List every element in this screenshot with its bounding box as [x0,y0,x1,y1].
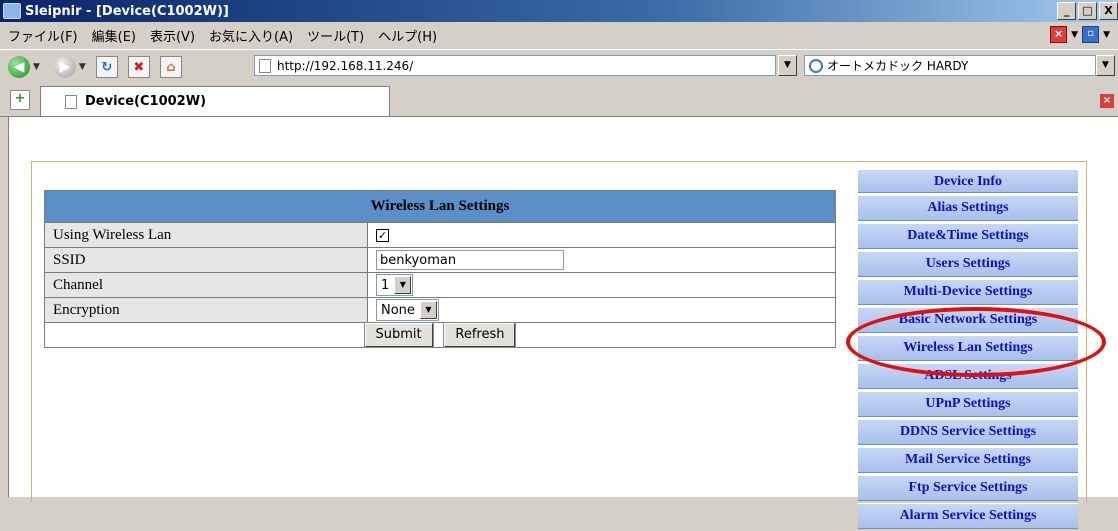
submit-button[interactable]: Submit [364,323,433,347]
home-icon[interactable]: ⌂ [159,56,182,78]
close-button[interactable]: X [1099,2,1118,20]
forward-arrow-icon[interactable]: ▶ [53,56,76,78]
maximize-button[interactable]: □ [1078,2,1097,20]
page-icon [65,94,77,109]
table-header: Wireless Lan Settings [44,190,836,223]
chevron-down-icon[interactable]: ▼ [33,62,40,72]
search-icon [809,58,823,73]
sidebar-item-datetime-settings[interactable]: Date&Time Settings [858,223,1078,249]
ssid-label: SSID [44,247,368,273]
sidebar-item-users-settings[interactable]: Users Settings [858,251,1078,277]
menu-file[interactable]: ファイル(F) [8,26,78,45]
menu-right-controls: × ▼ ▫ ▼ [1050,26,1114,43]
address-url: http://192.168.11.246/ [277,58,414,73]
sidebar-item-device-info[interactable]: Device Info [858,169,1078,193]
window-controls: _ □ X [1055,2,1118,20]
chevron-down-icon: ▼ [394,276,412,294]
app-icon [3,3,21,19]
table-row: Using Wireless Lan ✓ [44,222,836,248]
encryption-value: None [381,302,415,318]
tab-label: Device(C1002W) [85,94,207,109]
menu-view[interactable]: 表示(V) [150,26,195,45]
tab-device[interactable]: Device(C1002W) [40,86,390,116]
table-row: SSID [44,247,836,273]
page-content: Wireless Lan Settings Using Wireless Lan… [8,117,1118,529]
menu-help[interactable]: ヘルプ(H) [378,26,437,45]
page-icon [259,58,271,73]
sidebar-item-adsl-settings[interactable]: ADSL Settings [858,363,1078,389]
sidebar-item-ddns-service-settings[interactable]: DDNS Service Settings [858,419,1078,445]
sidebar-item-multi-device-settings[interactable]: Multi-Device Settings [858,279,1078,305]
window-restore-icon[interactable]: ▫ [1082,26,1100,43]
search-input[interactable]: オートメカドック HARDY [804,55,1096,76]
address-bar[interactable]: http://192.168.11.246/ [254,55,776,76]
using-wireless-checkbox[interactable]: ✓ [376,228,389,242]
chevron-down-icon[interactable]: ▼ [1071,30,1078,40]
stop-icon[interactable]: ✖ [127,56,150,78]
using-wireless-label: Using Wireless Lan [44,222,368,248]
settings-sidebar: Device Info Alias Settings Date&Time Set… [858,169,1078,531]
channel-label: Channel [44,272,368,298]
sidebar-item-alarm-service-settings[interactable]: Alarm Service Settings [858,503,1078,529]
search-dropdown-button[interactable]: ▼ [1096,55,1115,76]
sidebar-item-mail-service-settings[interactable]: Mail Service Settings [858,447,1078,473]
sidebar-item-upnp-settings[interactable]: UPnP Settings [858,391,1078,417]
table-row: Encryption None ▼ [44,297,836,323]
window-title: Sleipnir - [Device(C1002W)] [25,3,229,19]
navigation-toolbar: ◀ ▼ ▶ ▼ ↻ ✖ ⌂ http://192.168.11.246/ ▼ オ… [0,50,1118,84]
new-tab-icon[interactable]: + [10,90,30,110]
content-frame: Wireless Lan Settings Using Wireless Lan… [31,161,1087,529]
sidebar-item-basic-network-settings[interactable]: Basic Network Settings [858,307,1078,333]
chevron-down-icon[interactable]: ▼ [1103,30,1110,40]
tab-bar: + Device(C1002W) × [0,86,1118,117]
menu-edit[interactable]: 編集(E) [92,26,136,45]
table-row: Submit Refresh [44,322,836,348]
close-tab-button[interactable]: × [1100,94,1114,108]
chevron-down-icon: ▼ [419,301,437,319]
channel-select[interactable]: 1 ▼ [376,274,414,296]
back-arrow-icon[interactable]: ◀ [8,56,30,78]
encryption-select[interactable]: None ▼ [376,299,439,321]
table-row: Channel 1 ▼ [44,272,836,298]
ssid-input[interactable] [376,250,564,270]
channel-value: 1 [381,277,390,293]
refresh-button[interactable]: Refresh [444,323,516,347]
address-dropdown-button[interactable]: ▼ [778,55,797,76]
wireless-settings-table: Wireless Lan Settings Using Wireless Lan… [44,190,836,348]
sidebar-item-alias-settings[interactable]: Alias Settings [858,195,1078,221]
menu-favorites[interactable]: お気に入り(A) [209,26,293,45]
minimize-button[interactable]: _ [1057,2,1076,20]
close-tab-icon[interactable]: × [1050,26,1068,43]
encryption-label: Encryption [44,297,368,323]
sidebar-item-wireless-lan-settings[interactable]: Wireless Lan Settings [858,335,1078,361]
chevron-down-icon[interactable]: ▼ [79,62,86,72]
sidebar-item-ftp-service-settings[interactable]: Ftp Service Settings [858,475,1078,501]
menu-bar: ファイル(F) 編集(E) 表示(V) お気に入り(A) ツール(T) ヘルプ(… [0,22,1118,50]
menu-tools[interactable]: ツール(T) [307,26,364,45]
search-text: オートメカドック HARDY [827,59,969,73]
window-titlebar: Sleipnir - [Device(C1002W)] _ □ X [0,0,1118,22]
reload-icon[interactable]: ↻ [95,56,118,78]
